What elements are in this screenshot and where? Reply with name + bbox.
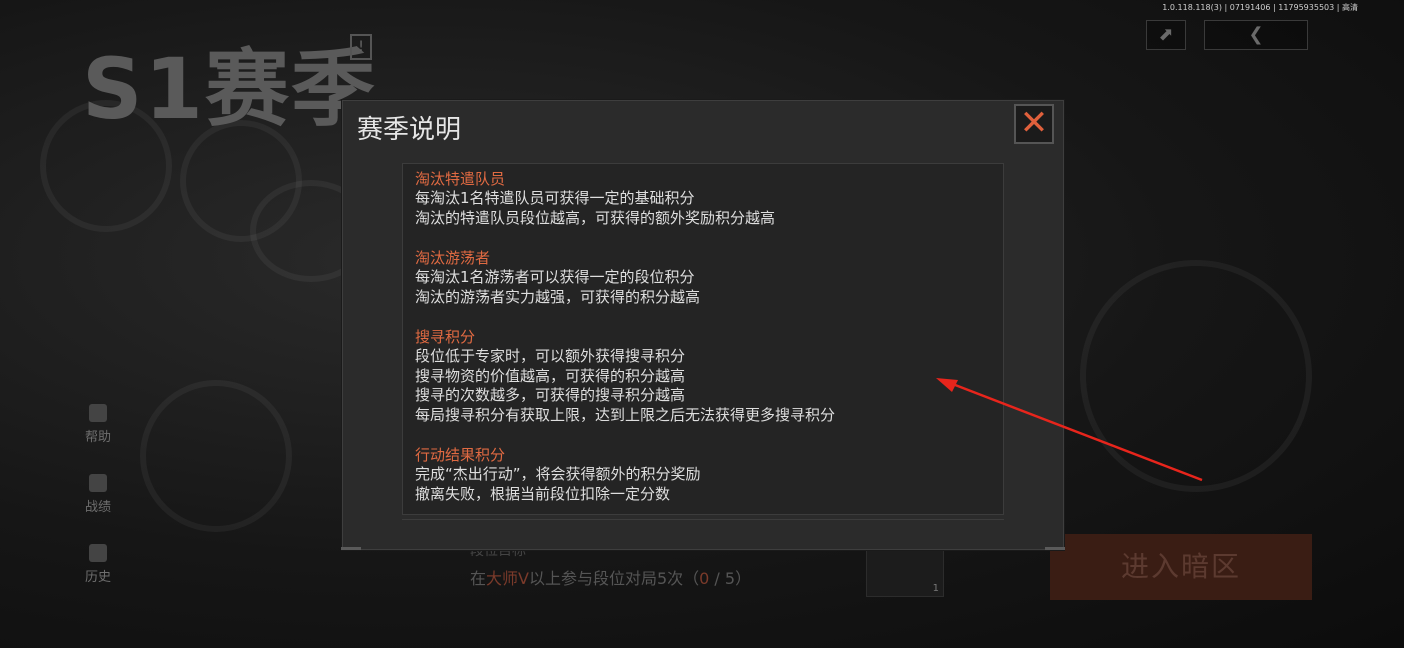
arrow-shaft <box>949 381 1203 482</box>
annotation-arrow <box>936 378 1203 482</box>
arrow-head <box>936 378 958 392</box>
